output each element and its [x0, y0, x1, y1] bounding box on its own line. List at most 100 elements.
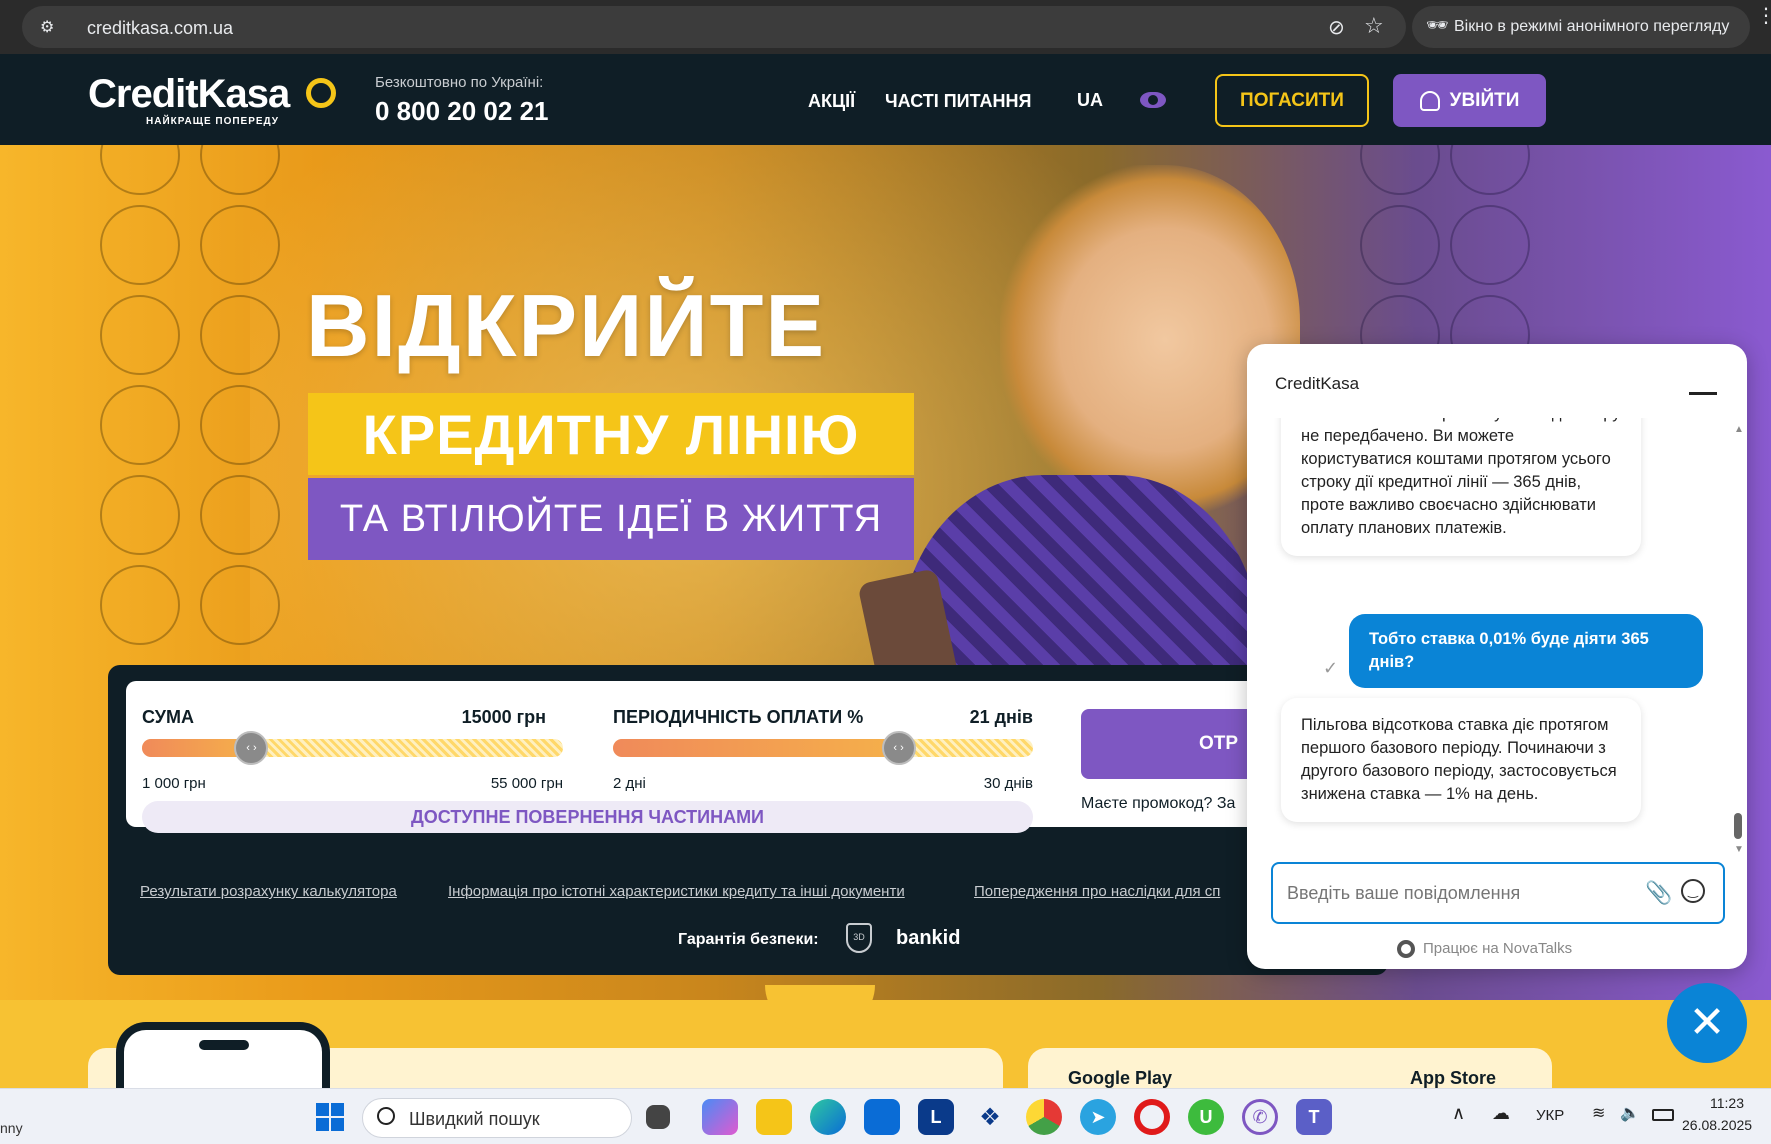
get-loan-button-label: ОТР [1199, 733, 1239, 754]
calc-results-link[interactable]: Результати розрахунку калькулятора [140, 883, 397, 900]
operator-message: Пільгова відсоткова ставка діє протягом … [1281, 698, 1641, 822]
login-button-label: УВІЙТИ [1449, 89, 1520, 111]
hero-subheadline-yellow: КРЕДИТНУ ЛІНІЮ [308, 393, 914, 475]
amount-min: 1 000 грн [142, 775, 206, 792]
period-slider[interactable]: ‹ › [613, 731, 1033, 765]
chat-close-button[interactable]: ✕ [1667, 983, 1747, 1063]
input-language[interactable]: УКР [1536, 1107, 1564, 1124]
app-store-label[interactable]: App Store [1410, 1068, 1496, 1089]
address-bar[interactable]: ⚙ creditkasa.com.ua ⊘ ☆ [22, 6, 1406, 48]
store-icon[interactable] [864, 1099, 900, 1135]
calculator-sliders: СУМА 15000 грн ‹ › 1 000 грн 55 000 грн … [126, 681, 1370, 833]
logo-text: CreditKasa [88, 72, 290, 116]
eye-off-icon[interactable]: ⊘ [1328, 15, 1345, 40]
credit-info-link[interactable]: Інформація про істотні характеристики кр… [448, 883, 905, 900]
period-label: ПЕРІОДИЧНІСТЬ ОПЛАТИ % [613, 707, 864, 727]
teams-icon[interactable]: T [1296, 1099, 1332, 1135]
viber-icon[interactable]: ✆ [1242, 1099, 1278, 1135]
cloud-icon[interactable]: ☁ [1492, 1103, 1510, 1124]
hero-headline: ВІДКРИЙТЕ [306, 276, 827, 375]
operator-message-text: Пільгова відсоткова ставка діє протягом … [1301, 716, 1617, 803]
url-text[interactable]: creditkasa.com.ua [87, 18, 233, 39]
chat-scrollbar[interactable] [1734, 813, 1742, 839]
amount-slider[interactable]: ‹ › [142, 731, 563, 765]
telegram-icon[interactable]: ➤ [1080, 1099, 1116, 1135]
period-min: 2 дні [613, 775, 646, 792]
warning-link[interactable]: Попередження про наслідки для сп [974, 883, 1220, 900]
start-button[interactable] [316, 1103, 344, 1131]
phone-number[interactable]: 0 800 20 02 21 [375, 96, 549, 127]
dropbox-icon[interactable]: ❖ [972, 1099, 1008, 1135]
period-slider-handle[interactable]: ‹ › [881, 731, 916, 765]
minimize-icon[interactable] [1689, 392, 1717, 395]
bankid-logo: bankid [896, 927, 961, 949]
login-button[interactable]: УВІЙТИ [1393, 74, 1546, 127]
attachment-icon[interactable]: 📎 [1645, 880, 1672, 906]
promo-code-prompt[interactable]: Маєте промокод? За [1081, 795, 1235, 813]
bookmark-star-icon[interactable]: ☆ [1364, 13, 1384, 39]
repay-button-label: ПОГАСИТИ [1240, 89, 1344, 111]
chevron-up-icon[interactable]: ∧ [1452, 1103, 1465, 1124]
operator-message: У нашій компанії пролонгування договору … [1281, 418, 1641, 556]
amount-slider-handle[interactable]: ‹ › [234, 731, 269, 765]
nav-promo-link[interactable]: АКЦІЇ [808, 91, 855, 112]
battery-icon[interactable] [1652, 1109, 1674, 1121]
scroll-up-arrow-icon[interactable]: ▲ [1734, 424, 1744, 435]
browser-toolbar: ⚙ creditkasa.com.ua ⊘ ☆ 🕶 Вікно в режимі… [0, 0, 1771, 54]
logo[interactable]: CreditKasa НАЙКРАЩЕ ПОПЕРЕДУ [88, 72, 338, 132]
hero-line3: ТА ВТІЛЮЙТЕ ІДЕЇ В ЖИТТЯ [339, 497, 883, 540]
novatalks-logo-icon [1397, 940, 1415, 958]
emoji-icon[interactable]: ‿ [1681, 879, 1705, 903]
period-slider-fill [613, 739, 899, 757]
amount-value: 15000 грн [461, 707, 546, 727]
logo-search-icon [306, 78, 336, 108]
period-value: 21 днів [969, 707, 1033, 727]
chat-title: CreditKasa [1275, 374, 1360, 393]
volume-icon[interactable]: 🔈 [1620, 1103, 1640, 1123]
chat-widget: CreditKasa У нашій компанії пролонгуванн… [1247, 344, 1747, 969]
search-placeholder: Швидкий пошук [409, 1109, 540, 1129]
opera-icon[interactable] [1134, 1099, 1170, 1135]
scroll-down-arrow-icon[interactable]: ▼ [1734, 844, 1744, 855]
incognito-label: Вікно в режимі анонімного перегляду [1454, 18, 1730, 35]
amount-label: СУМА [142, 707, 194, 727]
clock-time[interactable]: 11:23 [1710, 1095, 1744, 1111]
incognito-indicator[interactable]: 🕶 Вікно в режимі анонімного перегляду [1412, 6, 1750, 48]
taskview-icon[interactable] [646, 1105, 670, 1129]
chat-messages[interactable]: У нашій компанії пролонгування договору … [1247, 418, 1747, 856]
google-play-label[interactable]: Google Play [1068, 1068, 1172, 1089]
installments-label: ДОСТУПНЕ ПОВЕРНЕННЯ ЧАСТИНАМИ [410, 806, 764, 827]
incognito-icon: 🕶 [1426, 15, 1449, 35]
hero-line2: КРЕДИТНУ ЛІНІЮ [362, 402, 860, 466]
chat-input-box[interactable]: 📎 ‿ [1271, 862, 1725, 924]
close-icon: ✕ [1688, 998, 1726, 1047]
user-message-text: Тобто ставка 0,01% буде діяти 365 днів? [1369, 630, 1649, 671]
file-explorer-icon[interactable] [756, 1099, 792, 1135]
clock-date[interactable]: 26.08.2025 [1682, 1117, 1752, 1133]
user-icon [1419, 90, 1440, 111]
browser-menu-icon[interactable]: ⋮ [1756, 6, 1771, 26]
language-switch[interactable]: UA [1077, 90, 1103, 111]
chat-message-input[interactable] [1287, 878, 1627, 908]
security-label: Гарантія безпеки: [678, 931, 819, 948]
accessibility-eye-icon[interactable] [1140, 92, 1166, 108]
hero-subheadline-purple: ТА ВТІЛЮЙТЕ ІДЕЇ В ЖИТТЯ [308, 478, 914, 560]
site-info-icon[interactable]: ⚙ [40, 17, 60, 37]
wifi-icon[interactable]: ≋ [1592, 1103, 1605, 1123]
l-app-icon[interactable]: L [918, 1099, 954, 1135]
search-icon [377, 1107, 395, 1125]
phone-caption: Безкоштовно по Україні: [375, 74, 544, 91]
chrome-icon[interactable] [1026, 1099, 1062, 1135]
edge-icon[interactable] [810, 1099, 846, 1135]
taskbar-search[interactable]: Швидкий пошук [362, 1098, 632, 1138]
logo-tagline: НАЙКРАЩЕ ПОПЕРЕДУ [146, 116, 280, 127]
phone-mockup [116, 1022, 330, 1092]
repay-button[interactable]: ПОГАСИТИ [1215, 74, 1369, 127]
3d-secure-shield-icon: 3D [846, 923, 872, 953]
nav-faq-link[interactable]: ЧАСТІ ПИТАННЯ [885, 91, 1031, 112]
operator-message-text: У нашій компанії пролонгування договору … [1301, 418, 1620, 537]
upwork-icon[interactable]: U [1188, 1099, 1224, 1135]
copilot-icon[interactable] [702, 1099, 738, 1135]
installments-banner: ДОСТУПНЕ ПОВЕРНЕННЯ ЧАСТИНАМИ [142, 801, 1033, 833]
powered-by-label[interactable]: Працює на NovaTalks [1423, 940, 1572, 957]
